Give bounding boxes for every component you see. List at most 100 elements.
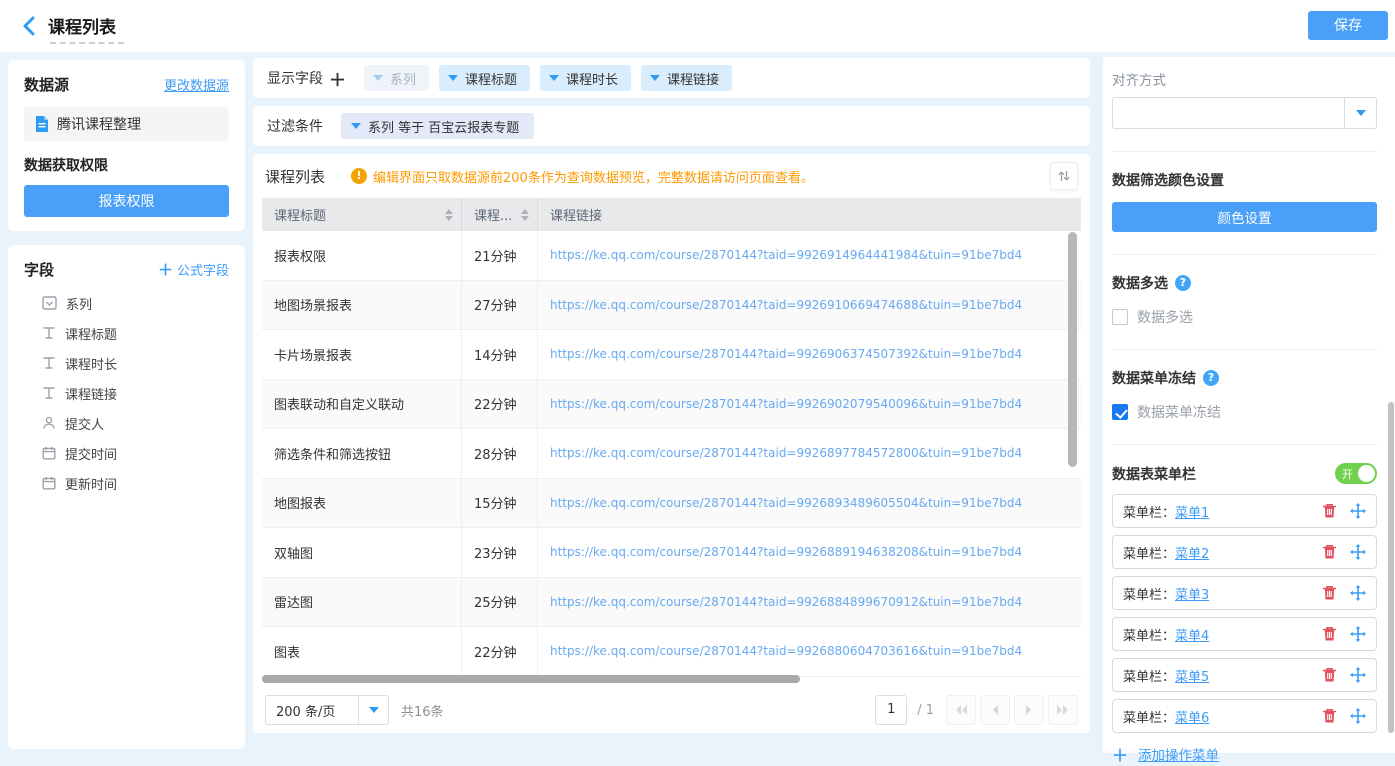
display-field-tag-course-title[interactable]: 课程标题 [439, 65, 530, 91]
chevron-left-icon [990, 704, 1000, 716]
column-header-course-title[interactable]: 课程标题 [262, 198, 462, 231]
move-menu-button[interactable] [1350, 585, 1366, 601]
delete-menu-button[interactable] [1322, 503, 1337, 519]
trash-icon [1322, 585, 1337, 601]
field-item-course-link[interactable]: 课程链接 [24, 378, 229, 408]
move-icon [1350, 585, 1366, 601]
page-vertical-scrollbar[interactable] [1388, 402, 1394, 733]
next-page-button[interactable] [1014, 695, 1044, 725]
text-field-icon [42, 356, 56, 370]
report-perm-button[interactable]: 报表权限 [24, 185, 229, 217]
sort-toggle-button[interactable] [1050, 162, 1078, 190]
table-card: 课程列表 ! 编辑界面只取数据源前200条作为查询数据预览，完整数据请访问页面查… [253, 154, 1090, 733]
table-row: 雷达图25分钟https://ke.qq.com/course/2870144?… [262, 578, 1081, 628]
cell-link[interactable]: https://ke.qq.com/course/2870144?taid=99… [538, 248, 1081, 262]
cell-title: 图表 [262, 627, 462, 676]
field-item-update-time[interactable]: 更新时间 [24, 468, 229, 498]
divider [1112, 254, 1377, 255]
move-menu-button[interactable] [1350, 667, 1366, 683]
checkbox-unchecked[interactable] [1112, 309, 1128, 325]
cell-duration: 27分钟 [462, 281, 538, 330]
cell-link[interactable]: https://ke.qq.com/course/2870144?taid=99… [538, 595, 1081, 609]
prev-page-button[interactable] [980, 695, 1010, 725]
help-icon[interactable]: ? [1175, 275, 1191, 291]
chevron-down-icon [448, 75, 458, 81]
delete-menu-button[interactable] [1322, 544, 1337, 560]
cell-link[interactable]: https://ke.qq.com/course/2870144?taid=99… [538, 545, 1081, 559]
pagination-bar: 200 条/页 共16条 1 / 1 [253, 687, 1090, 733]
cell-duration: 22分钟 [462, 380, 538, 429]
cell-link[interactable]: https://ke.qq.com/course/2870144?taid=99… [538, 397, 1081, 411]
cell-link[interactable]: https://ke.qq.com/course/2870144?taid=99… [538, 446, 1081, 460]
column-header-course-duration[interactable]: 课程... [462, 198, 538, 231]
page-size-value: 200 条/页 [266, 701, 358, 720]
add-display-field-icon[interactable]: ＋ [329, 66, 346, 91]
chevron-right-icon [1024, 704, 1034, 716]
sort-icon[interactable] [521, 209, 529, 221]
title-underline [50, 42, 124, 44]
cell-link[interactable]: https://ke.qq.com/course/2870144?taid=99… [538, 347, 1081, 361]
move-icon [1350, 544, 1366, 560]
add-action-menu-link[interactable]: ＋ 添加操作菜单 [1112, 742, 1377, 766]
delete-menu-button[interactable] [1322, 667, 1337, 683]
delete-menu-button[interactable] [1322, 585, 1337, 601]
help-icon[interactable]: ? [1203, 370, 1219, 386]
fields-card: 字段 ＋公式字段 系列 课程标题 课程时长 课程链接 提交人 [8, 245, 245, 749]
total-count: 共16条 [401, 701, 444, 720]
move-menu-button[interactable] [1350, 544, 1366, 560]
table-row: 地图报表15分钟https://ke.qq.com/course/2870144… [262, 479, 1081, 529]
multiselect-checkbox-row[interactable]: 数据多选 [1112, 307, 1377, 327]
table-body: 报表权限21分钟https://ke.qq.com/course/2870144… [262, 231, 1081, 677]
save-button[interactable]: 保存 [1308, 11, 1388, 40]
perm-title: 数据获取权限 [24, 155, 229, 175]
text-field-icon [42, 386, 56, 400]
move-menu-button[interactable] [1350, 626, 1366, 642]
delete-menu-button[interactable] [1322, 626, 1337, 642]
cell-link[interactable]: https://ke.qq.com/course/2870144?taid=99… [538, 298, 1081, 312]
back-icon[interactable] [18, 14, 42, 38]
table-row: 报表权限21分钟https://ke.qq.com/course/2870144… [262, 231, 1081, 281]
cell-duration: 22分钟 [462, 627, 538, 676]
page-number-input[interactable]: 1 [875, 695, 907, 725]
page-size-select[interactable]: 200 条/页 [265, 695, 389, 725]
move-menu-button[interactable] [1350, 708, 1366, 724]
change-datasource-link[interactable]: 更改数据源 [164, 75, 229, 94]
chevron-down-icon [373, 75, 383, 81]
plus-icon: ＋ [1112, 742, 1128, 766]
cell-link[interactable]: https://ke.qq.com/course/2870144?taid=99… [538, 496, 1081, 510]
horizontal-scrollbar[interactable] [262, 675, 800, 683]
field-item-submitter[interactable]: 提交人 [24, 408, 229, 438]
align-select[interactable] [1112, 97, 1377, 129]
field-item-series[interactable]: 系列 [24, 288, 229, 318]
field-item-submit-time[interactable]: 提交时间 [24, 438, 229, 468]
cell-link[interactable]: https://ke.qq.com/course/2870144?taid=99… [538, 644, 1081, 658]
field-item-course-duration[interactable]: 课程时长 [24, 348, 229, 378]
freeze-checkbox-row[interactable]: 数据菜单冻结 [1112, 402, 1377, 422]
formula-field-link[interactable]: ＋公式字段 [158, 259, 229, 280]
display-field-tag-series[interactable]: 系列 [364, 65, 429, 91]
page-title: 课程列表 [48, 13, 116, 38]
checkbox-checked[interactable] [1112, 404, 1128, 420]
move-menu-button[interactable] [1350, 503, 1366, 519]
datasource-card: 数据源 更改数据源 腾讯课程整理 数据获取权限 报表权限 [8, 60, 245, 231]
cell-title: 卡片场景报表 [262, 330, 462, 379]
last-page-button[interactable] [1048, 695, 1078, 725]
display-fields-label: 显示字段 [267, 68, 323, 88]
color-settings-button[interactable]: 颜色设置 [1112, 202, 1377, 232]
filter-condition-tag[interactable]: 系列 等于 百宝云报表专题 [341, 113, 534, 139]
sort-icon[interactable] [445, 209, 453, 221]
filter-bar: 过滤条件 系列 等于 百宝云报表专题 [253, 106, 1090, 146]
table-vertical-scrollbar[interactable] [1068, 232, 1077, 467]
move-icon [1350, 626, 1366, 642]
first-page-button[interactable] [946, 695, 976, 725]
delete-menu-button[interactable] [1322, 708, 1337, 724]
menubar-toggle-on[interactable]: 开 [1335, 463, 1377, 484]
cell-duration: 25分钟 [462, 578, 538, 627]
datasource-item[interactable]: 腾讯课程整理 [24, 107, 229, 141]
align-select-value [1113, 98, 1344, 128]
display-field-tag-course-duration[interactable]: 课程时长 [540, 65, 631, 91]
display-field-tag-course-link[interactable]: 课程链接 [641, 65, 732, 91]
field-item-course-title[interactable]: 课程标题 [24, 318, 229, 348]
plus-icon: ＋ [158, 261, 173, 279]
cell-title: 双轴图 [262, 528, 462, 577]
